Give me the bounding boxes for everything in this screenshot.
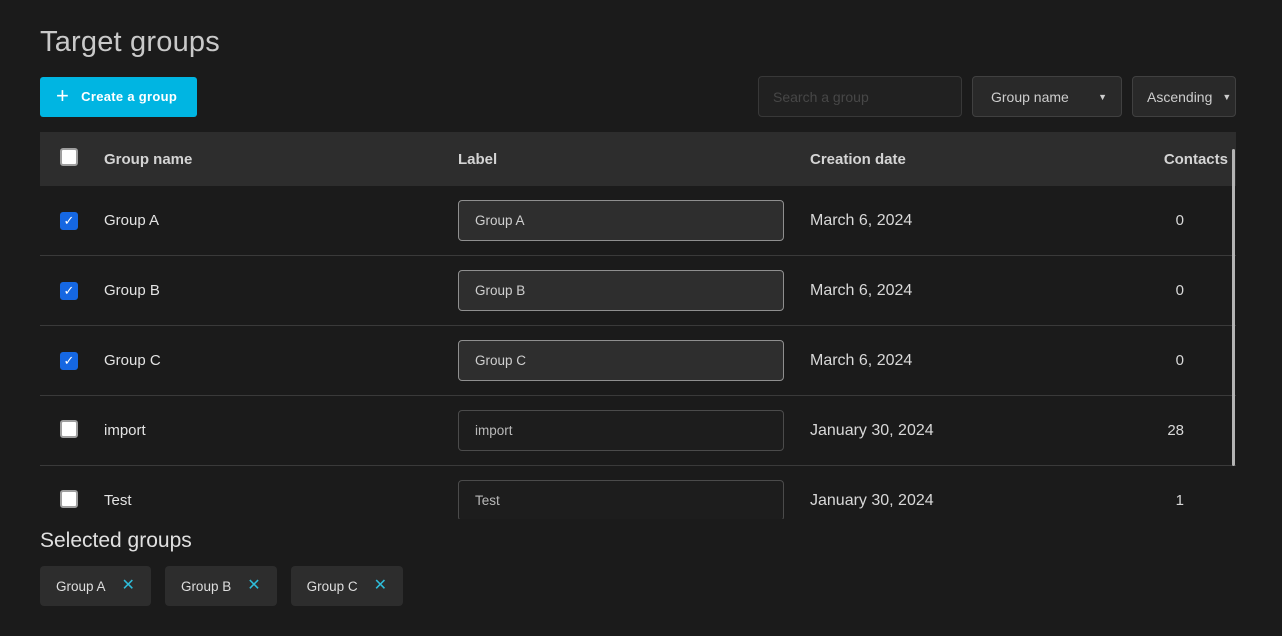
label-input[interactable] [458,270,784,311]
group-name-cell: Group A [104,212,458,229]
search-input[interactable] [758,76,962,117]
row-checkbox[interactable]: ✓ [60,490,78,508]
row-checkbox[interactable]: ✓ [60,212,78,230]
chip-label: Group C [307,579,358,594]
check-icon: ✓ [64,284,75,297]
label-input[interactable] [458,410,784,451]
creation-date-cell: January 30, 2024 [810,422,1140,440]
contacts-cell: 28 [1140,422,1236,439]
selected-groups-chips: Group A ✕ Group B ✕ Group C ✕ [40,566,1236,606]
creation-date-cell: March 6, 2024 [810,212,1140,230]
table-row: ✓ Group B March 6, 2024 0 [40,256,1236,326]
column-header-group-name: Group name [104,151,458,168]
table-row: ✓ Group C March 6, 2024 0 [40,326,1236,396]
selected-groups-title: Selected groups [40,529,1236,553]
contacts-cell: 1 [1140,492,1236,509]
chip-label: Group A [56,579,106,594]
toolbar-filters: Group name ▼ Ascending ▼ [758,76,1236,117]
contacts-cell: 0 [1140,282,1236,299]
plus-icon: + [56,85,69,107]
table-row: ✓ import January 30, 2024 28 [40,396,1236,466]
label-input[interactable] [458,200,784,241]
row-checkbox[interactable]: ✓ [60,420,78,438]
groups-table: ✓ Group name Label Creation date Contact… [40,132,1236,519]
selected-group-chip: Group B ✕ [165,566,277,606]
contacts-cell: 0 [1140,352,1236,369]
creation-date-cell: March 6, 2024 [810,352,1140,370]
selected-group-chip: Group A ✕ [40,566,151,606]
close-icon[interactable]: ✕ [122,578,135,594]
table-row: ✓ Group A March 6, 2024 0 [40,186,1236,256]
table-header: ✓ Group name Label Creation date Contact… [40,132,1236,186]
chevron-down-icon: ▼ [1098,92,1107,102]
toolbar: + Create a group Group name ▼ Ascending … [40,76,1236,117]
group-name-cell: Group C [104,352,458,369]
select-all-checkbox[interactable]: ✓ [60,148,78,166]
group-name-cell: Test [104,492,458,509]
label-input[interactable] [458,480,784,519]
creation-date-cell: March 6, 2024 [810,282,1140,300]
sort-field-value: Group name [991,89,1069,105]
check-icon: ✓ [64,354,75,367]
close-icon[interactable]: ✕ [374,578,387,594]
chevron-down-icon: ▼ [1222,92,1231,102]
selected-group-chip: Group C ✕ [291,566,403,606]
chip-label: Group B [181,579,231,594]
table-row: ✓ Test January 30, 2024 1 [40,466,1236,519]
creation-date-cell: January 30, 2024 [810,492,1140,510]
vertical-scrollbar[interactable] [1232,149,1235,466]
close-icon[interactable]: ✕ [247,578,260,594]
row-checkbox[interactable]: ✓ [60,352,78,370]
sort-field-select[interactable]: Group name ▼ [972,76,1122,117]
column-header-label: Label [458,151,810,168]
group-name-cell: import [104,422,458,439]
column-header-creation-date: Creation date [810,151,1140,168]
create-group-button[interactable]: + Create a group [40,77,197,117]
group-name-cell: Group B [104,282,458,299]
sort-order-select[interactable]: Ascending ▼ [1132,76,1236,117]
label-input[interactable] [458,340,784,381]
check-icon: ✓ [64,214,75,227]
page-title: Target groups [40,0,1236,59]
column-header-contacts: Contacts [1140,151,1236,168]
row-checkbox[interactable]: ✓ [60,282,78,300]
contacts-cell: 0 [1140,212,1236,229]
sort-order-value: Ascending [1147,89,1212,105]
target-groups-page: Target groups + Create a group Group nam… [40,0,1236,606]
create-group-button-label: Create a group [81,89,177,104]
